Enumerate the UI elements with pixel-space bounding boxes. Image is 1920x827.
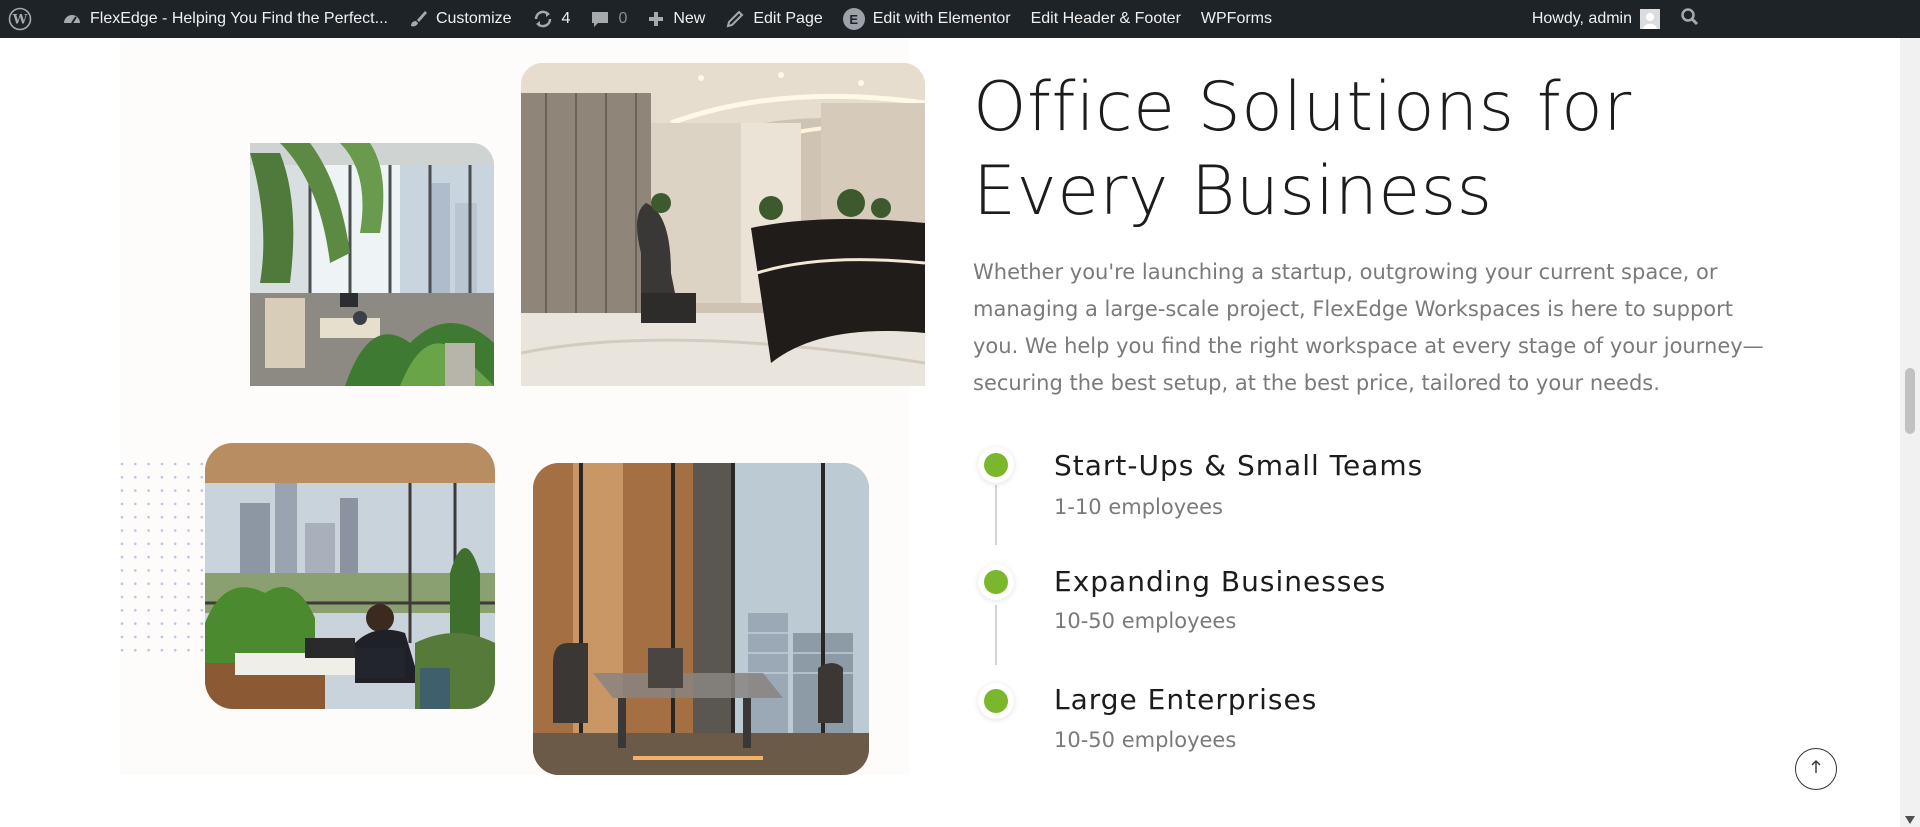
svg-text:W: W xyxy=(12,13,28,28)
section-intro: Whether you're launching a startup, outg… xyxy=(973,260,1764,395)
edit-header-footer-link[interactable]: Edit Header & Footer xyxy=(1021,0,1191,38)
terrace-workspace-photo xyxy=(205,443,495,709)
greeting-text: Howdy, admin xyxy=(1531,10,1632,27)
edit-elementor-link[interactable]: E Edit with Elementor xyxy=(833,0,1021,38)
comments-count: 0 xyxy=(618,10,628,27)
timeline-dot xyxy=(978,683,1014,719)
reception-lobby-photo xyxy=(521,63,925,386)
search-icon xyxy=(1680,7,1700,32)
wp-logo-menu[interactable]: W xyxy=(0,0,52,38)
admin-search-button[interactable] xyxy=(1670,0,1710,38)
site-name-link[interactable]: FlexEdge - Helping You Find the Perfect.… xyxy=(52,0,398,38)
updates-count: 4 xyxy=(561,10,571,27)
dashboard-icon xyxy=(62,9,82,29)
pencil-icon xyxy=(725,9,745,29)
arrow-up-icon xyxy=(1808,759,1824,780)
timeline-dot xyxy=(978,564,1014,600)
timeline-item-title: Start-Ups & Small Teams xyxy=(1054,449,1424,482)
new-label: New xyxy=(673,10,706,27)
timeline-connector xyxy=(995,485,997,545)
edit-page-link[interactable]: Edit Page xyxy=(715,0,832,38)
admin-bar: W FlexEdge - Helping You Find the Perfec… xyxy=(0,0,1920,38)
office-plants-photo xyxy=(250,143,494,386)
customize-label: Customize xyxy=(435,10,512,27)
account-menu[interactable]: Howdy, admin xyxy=(1522,0,1670,38)
section-heading: Office Solutions for Every Business xyxy=(973,68,1632,231)
scrollbar-thumb[interactable] xyxy=(1905,368,1915,434)
scroll-down-arrow-icon[interactable] xyxy=(1904,815,1916,825)
timeline-item-subtitle: 10-50 employees xyxy=(1054,728,1237,752)
wpforms-label: WPForms xyxy=(1200,10,1272,27)
wordpress-logo-icon: W xyxy=(8,7,32,31)
glass-meeting-room-photo xyxy=(533,463,869,775)
edit-page-label: Edit Page xyxy=(753,10,823,27)
timeline-dot xyxy=(978,447,1014,483)
customize-link[interactable]: Customize xyxy=(398,0,522,38)
refresh-icon xyxy=(532,8,554,30)
plus-icon xyxy=(647,10,665,28)
updates-link[interactable]: 4 xyxy=(522,0,581,38)
page-scrollbar[interactable] xyxy=(1900,38,1920,827)
wpforms-link[interactable]: WPForms xyxy=(1191,0,1282,38)
timeline-item-title: Large Enterprises xyxy=(1054,683,1318,716)
avatar-icon xyxy=(1640,9,1660,29)
edit-header-footer-label: Edit Header & Footer xyxy=(1030,10,1181,27)
scroll-to-top-button[interactable] xyxy=(1795,748,1837,790)
comment-icon xyxy=(590,9,610,29)
new-content-link[interactable]: New xyxy=(637,0,715,38)
elementor-icon: E xyxy=(842,8,865,30)
timeline-item-title: Expanding Businesses xyxy=(1054,565,1387,598)
timeline-item-subtitle: 10-50 employees xyxy=(1054,609,1237,633)
brush-icon xyxy=(408,9,428,29)
timeline-item-subtitle: 1-10 employees xyxy=(1054,495,1223,519)
site-name: FlexEdge - Helping You Find the Perfect.… xyxy=(90,10,388,27)
comments-link[interactable]: 0 xyxy=(580,0,637,38)
timeline-connector xyxy=(995,605,997,665)
edit-elementor-label: Edit with Elementor xyxy=(872,10,1011,27)
